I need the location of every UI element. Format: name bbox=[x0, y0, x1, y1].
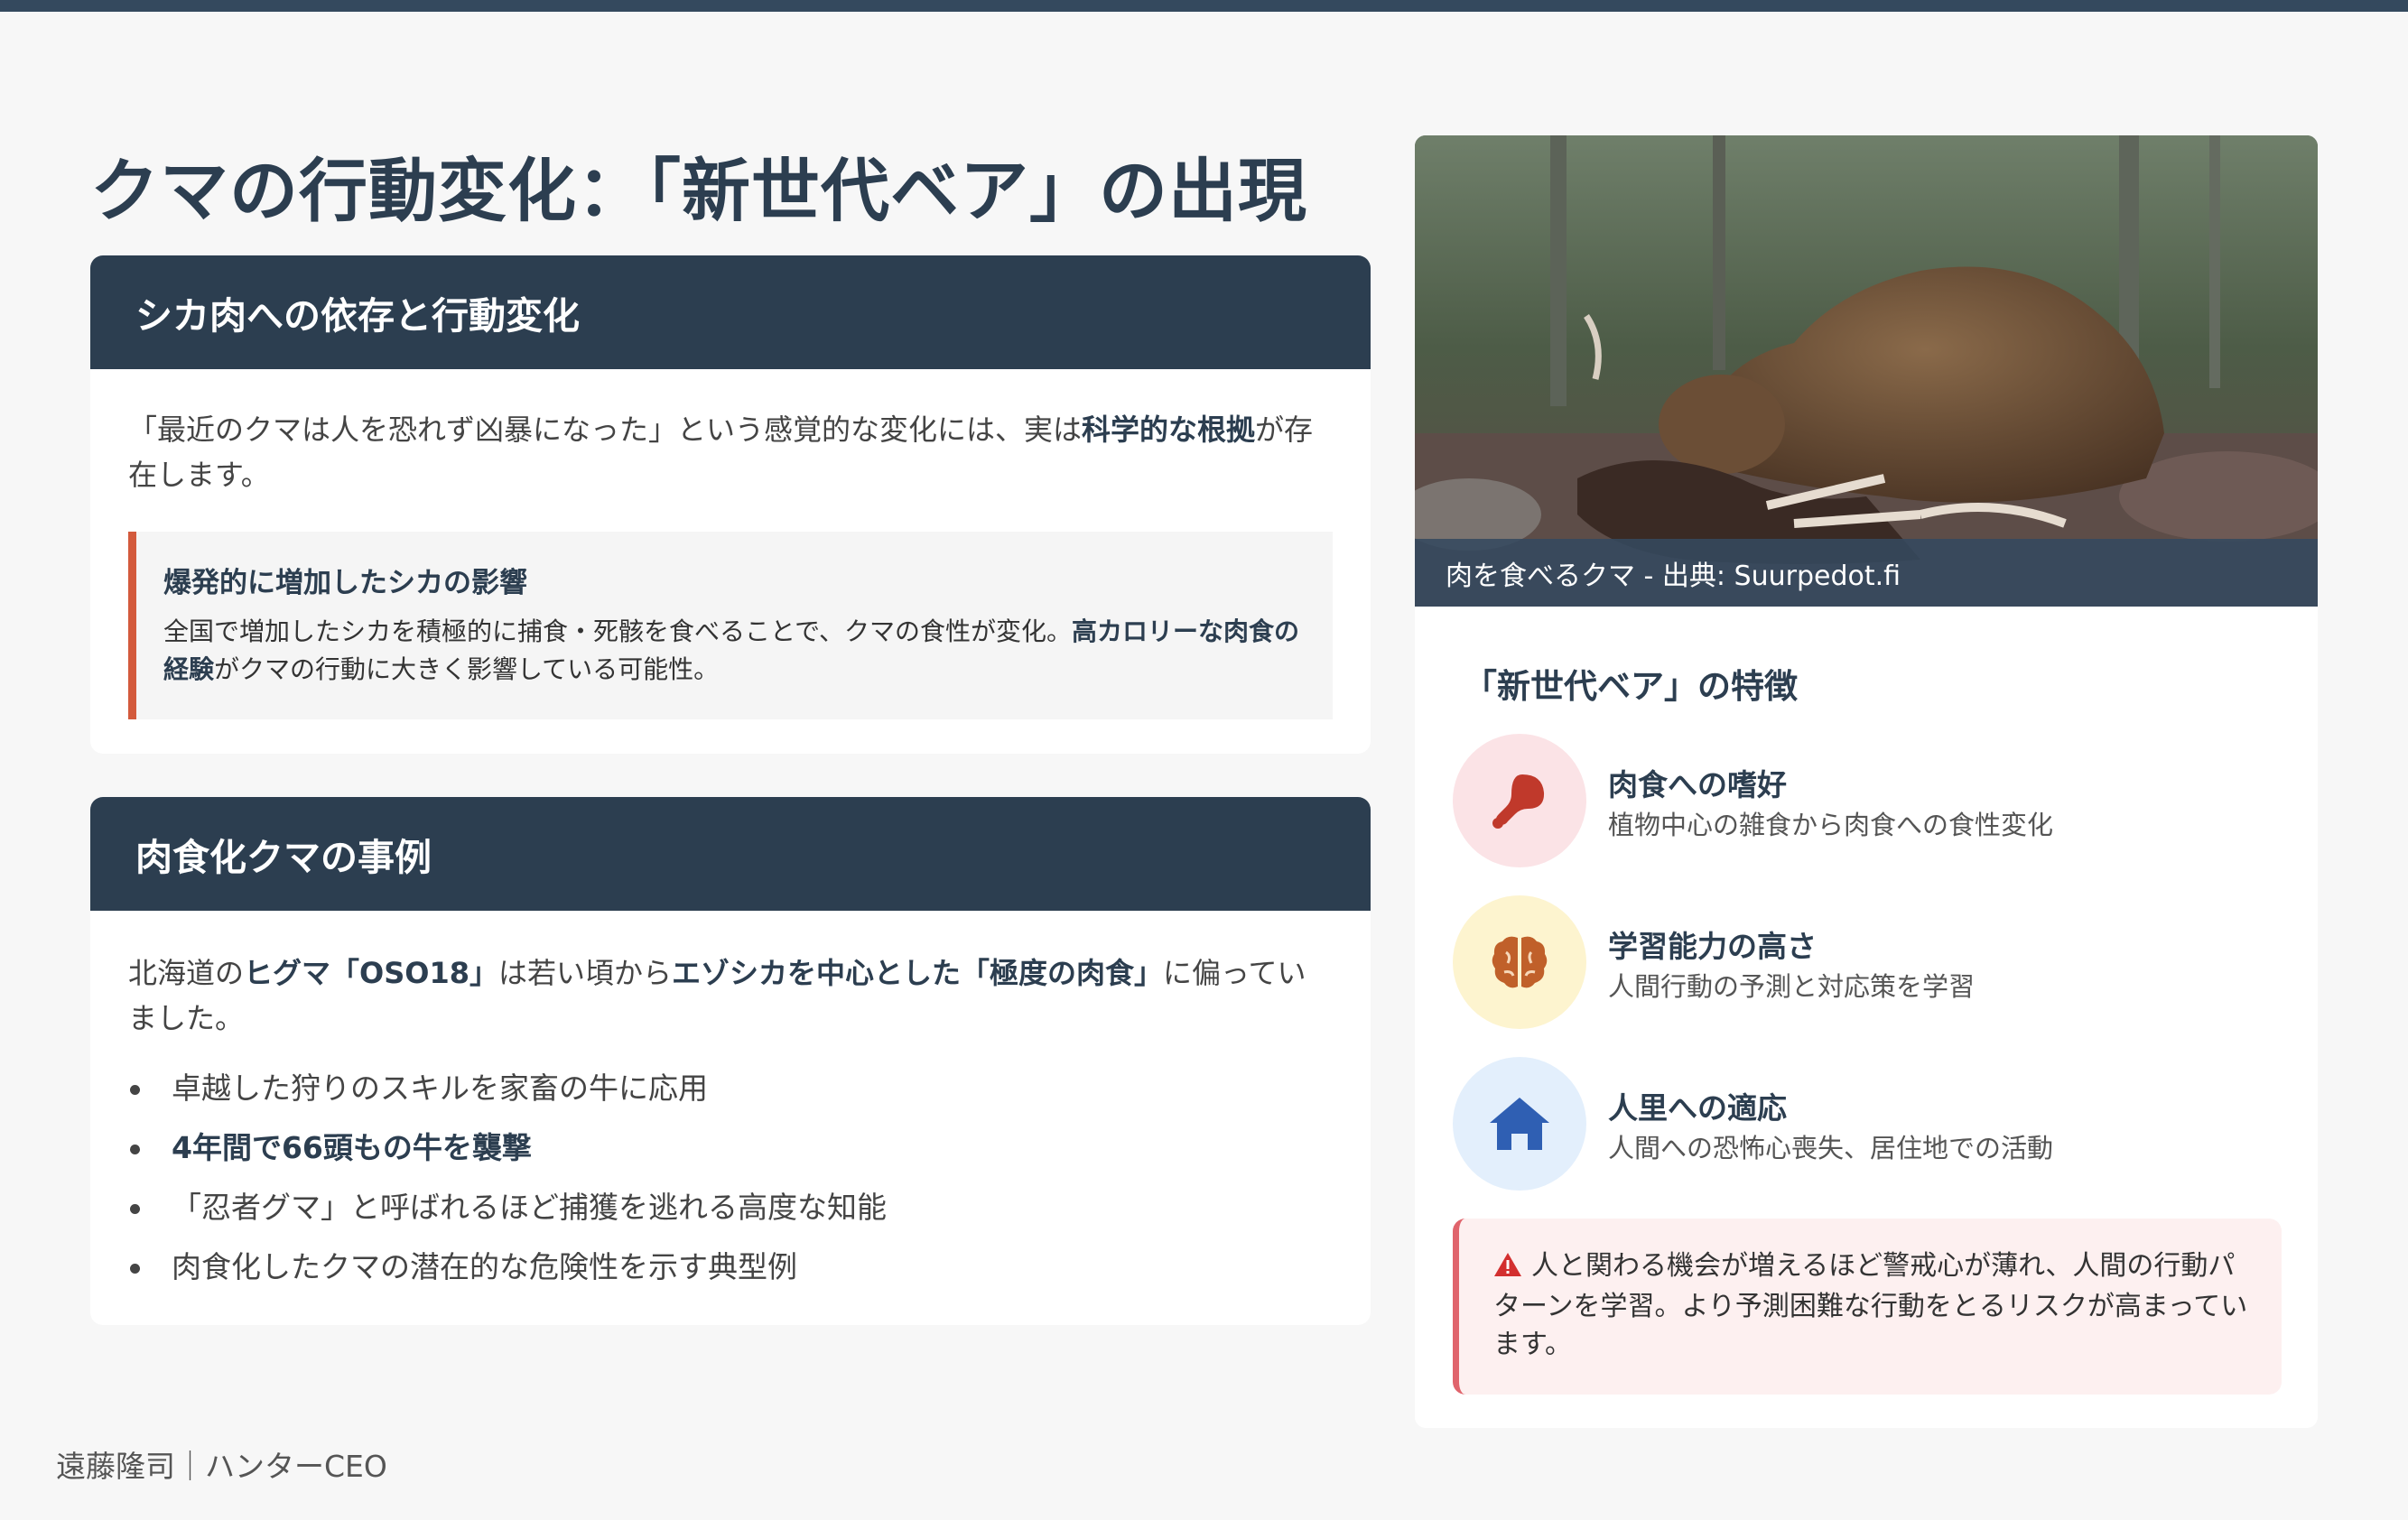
feature-description: 人間への恐怖心喪失、居住地での活動 bbox=[1608, 1133, 2054, 1163]
page-title: クマの行動変化：「新世代ベア」の出現 bbox=[90, 151, 1307, 231]
feature-title: 人里への適応 bbox=[1608, 1090, 1787, 1126]
feature-description: 植物中心の雑食から肉食への食性変化 bbox=[1608, 810, 2054, 840]
deer-impact-callout: 爆発的に増加したシカの影響 全国で増加したシカを積極的に捕食・死骸を食べることで… bbox=[128, 532, 1333, 719]
feature-description: 人間行動の予測と対応策を学習 bbox=[1608, 971, 1976, 1002]
brain-icon bbox=[1453, 895, 1586, 1029]
top-accent-bar bbox=[0, 0, 2408, 12]
warning-text: 人と関わる機会が増えるほど警戒心が薄れ、人間の行動パターンを学習。より予測困難な… bbox=[1493, 1250, 2248, 1360]
feature-settlement-adaptation: 人里への適応 人間への恐怖心喪失、居住地での活動 bbox=[1453, 1057, 2283, 1192]
features-title: 「新世代ベア」の特徴 bbox=[1464, 667, 1798, 706]
new-generation-bear-panel: 肉を食べるクマ - 出典: Suurpedot.fi 「新世代ベア」の特徴 肉食… bbox=[1415, 135, 2318, 1428]
photo-caption: 肉を食べるクマ - 出典: Suurpedot.fi bbox=[1415, 539, 2318, 607]
bear-photo-illustration bbox=[1415, 135, 2318, 607]
warning-box: 人と関わる機会が増えるほど警戒心が薄れ、人間の行動パターンを学習。より予測困難な… bbox=[1453, 1219, 2282, 1395]
list-item: 4年間で66頭もの牛を襲撃 bbox=[128, 1118, 1371, 1178]
card-header: シカ肉への依存と行動変化 bbox=[90, 255, 1371, 369]
feature-title: 肉食への嗜好 bbox=[1608, 767, 1787, 802]
callout-text: 全国で増加したシカを積極的に捕食・死骸を食べることで、クマの食性が変化。高カロリ… bbox=[163, 616, 1300, 684]
callout-title: 爆発的に増加したシカの影響 bbox=[163, 567, 527, 599]
feature-learning-ability: 学習能力の高さ 人間行動の予測と対応策を学習 bbox=[1453, 895, 2283, 1031]
section-intro: 北海道のヒグマ「OSO18」は若い頃からエゾシカを中心とした「極度の肉食」に偏っ… bbox=[128, 956, 1306, 1035]
list-item: 卓越した狩りのスキルを家畜の牛に応用 bbox=[128, 1059, 1371, 1118]
feature-meat-preference: 肉食への嗜好 植物中心の雑食から肉食への食性変化 bbox=[1453, 734, 2283, 869]
author-footer: 遠藤隆司｜ハンターCEO bbox=[56, 1449, 387, 1484]
bear-eating-meat-photo: 肉を食べるクマ - 出典: Suurpedot.fi bbox=[1415, 135, 2318, 607]
home-icon bbox=[1453, 1057, 1586, 1191]
section-intro: 「最近のクマは人を恐れず凶暴になった」という感覚的な変化には、実は科学的な根拠が… bbox=[128, 412, 1314, 492]
carnivorous-bear-case-card: 肉食化クマの事例 北海道のヒグマ「OSO18」は若い頃からエゾシカを中心とした「… bbox=[90, 797, 1371, 1325]
deer-dependency-card: シカ肉への依存と行動変化 「最近のクマは人を恐れず凶暴になった」という感覚的な変… bbox=[90, 255, 1371, 754]
list-item: 肉食化したクマの潜在的な危険性を示す典型例 bbox=[128, 1237, 1371, 1297]
case-bullet-list: 卓越した狩りのスキルを家畜の牛に応用 4年間で66頭もの牛を襲撃 「忍者グマ」と… bbox=[128, 1059, 1371, 1297]
list-item: 「忍者グマ」と呼ばれるほど捕獲を逃れる高度な知能 bbox=[128, 1178, 1371, 1237]
feature-title: 学習能力の高さ bbox=[1608, 929, 1817, 964]
card-header: 肉食化クマの事例 bbox=[90, 797, 1371, 911]
warning-icon bbox=[1493, 1250, 1522, 1288]
meat-icon bbox=[1453, 734, 1586, 867]
